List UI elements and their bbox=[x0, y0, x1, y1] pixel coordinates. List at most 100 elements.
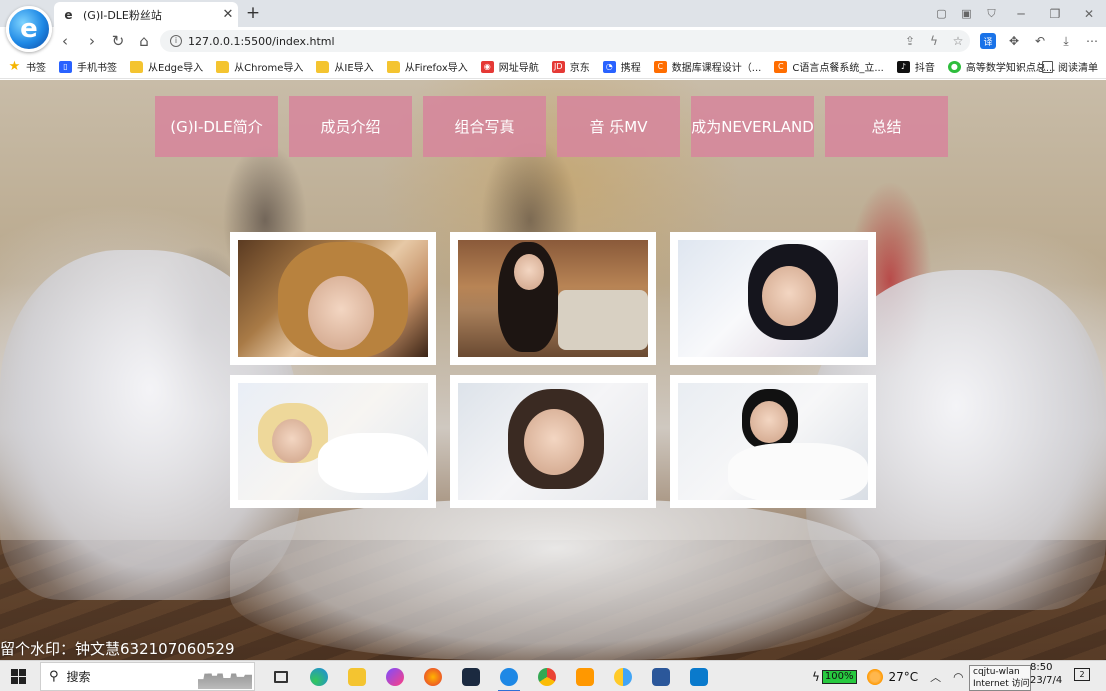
nav-item-intro[interactable]: (G)I-DLE简介 bbox=[155, 96, 278, 157]
download-icon[interactable]: ⤓ bbox=[1053, 31, 1079, 51]
member-photo bbox=[238, 383, 428, 500]
bookmark-item[interactable]: JD 京东 bbox=[551, 59, 590, 74]
bookmark-item[interactable]: ▯ 手机书签 bbox=[59, 59, 117, 74]
bookmark-label: 从Chrome导入 bbox=[234, 63, 304, 74]
file-explorer-icon[interactable] bbox=[338, 661, 376, 691]
watermark-text: 留个水印：钟文慧632107060529 bbox=[0, 640, 235, 658]
bookmarks-overflow-icon[interactable]: » bbox=[1016, 60, 1023, 73]
page-viewport: (G)I-DLE简介 成员介绍 组合写真 音 乐MV 成为NEVERLAND 总… bbox=[0, 80, 1106, 660]
share-icon[interactable]: ⇪ bbox=[898, 34, 922, 48]
terminal-icon[interactable] bbox=[452, 661, 490, 691]
nav-item-neverland[interactable]: 成为NEVERLAND bbox=[691, 96, 814, 157]
browser-taskbar-icon[interactable] bbox=[490, 661, 528, 691]
photo-card[interactable] bbox=[670, 232, 876, 365]
new-tab-button[interactable]: + bbox=[243, 3, 263, 23]
url-actions: ⇪ ϟ ☆ bbox=[898, 34, 970, 48]
tab-close-icon[interactable]: ✕ bbox=[218, 7, 238, 22]
bookmark-label: 数据库课程设计（... bbox=[671, 63, 762, 74]
photo-card[interactable] bbox=[450, 375, 656, 508]
toolbar-right: 译 ✥ ↶ ⤓ ⋯ bbox=[975, 31, 1105, 51]
bookmark-item[interactable]: ● 高等数学知识点总... bbox=[947, 59, 1055, 74]
notification-icon[interactable]: 2 bbox=[1074, 668, 1090, 681]
screenshot-icon[interactable]: ▣ bbox=[954, 0, 979, 27]
forward-icon[interactable]: › bbox=[82, 31, 102, 51]
undo-icon[interactable]: ↶ bbox=[1027, 31, 1053, 51]
bookmark-item[interactable]: C C语言点餐系统_立... bbox=[774, 59, 884, 74]
task-view-icon[interactable] bbox=[262, 661, 300, 691]
nav-item-photos[interactable]: 组合写真 bbox=[423, 96, 546, 157]
home-icon[interactable]: ⌂ bbox=[134, 31, 154, 51]
maximize-button[interactable]: ❐ bbox=[1038, 0, 1072, 27]
shield-icon[interactable]: ⛉ bbox=[979, 0, 1004, 27]
bookmark-item[interactable]: ◔ 携程 bbox=[602, 59, 641, 74]
taskbar-clock[interactable]: 8:50 23/7/4 bbox=[1030, 661, 1062, 687]
app-orange-icon[interactable] bbox=[566, 661, 604, 691]
tab-active[interactable]: e (G)I-DLE粉丝站 ✕ bbox=[54, 2, 238, 27]
bookmark-item[interactable]: 从Firefox导入 bbox=[386, 59, 468, 74]
url-text[interactable]: 127.0.0.1:5500/index.html bbox=[188, 35, 898, 48]
address-bar: ‹ › ↻ ⌂ i 127.0.0.1:5500/index.html ⇪ ϟ … bbox=[0, 27, 1106, 55]
weather-widget[interactable]: 27°C bbox=[866, 668, 919, 685]
bookmark-label: 从Edge导入 bbox=[148, 63, 204, 74]
photo-card[interactable] bbox=[450, 232, 656, 365]
close-window-button[interactable]: ✕ bbox=[1072, 0, 1106, 27]
tab-title: (G)I-DLE粉丝站 bbox=[83, 8, 162, 22]
url-field[interactable]: i 127.0.0.1:5500/index.html ⇪ ϟ ☆ bbox=[160, 30, 970, 52]
star-icon: ★ bbox=[8, 59, 21, 74]
edge-icon[interactable] bbox=[300, 661, 338, 691]
extensions-icon[interactable]: ✥ bbox=[1001, 31, 1027, 51]
main-nav: (G)I-DLE简介 成员介绍 组合写真 音 乐MV 成为NEVERLAND 总… bbox=[155, 96, 959, 157]
photo-card[interactable] bbox=[230, 232, 436, 365]
bookmark-item[interactable]: ♪ 抖音 bbox=[896, 59, 935, 74]
bookmark-label: 京东 bbox=[569, 63, 590, 74]
wifi-tooltip: cqjtu-wlan Internet 访问 bbox=[969, 665, 1031, 691]
bookmark-item[interactable]: ★ 书签 bbox=[8, 59, 46, 74]
photo-card[interactable] bbox=[670, 375, 876, 508]
site-info-icon[interactable]: i bbox=[170, 35, 182, 47]
tray-expand-icon[interactable]: ︿ bbox=[930, 669, 941, 685]
app-colorful-icon[interactable] bbox=[604, 661, 642, 691]
translate-extension-icon[interactable]: 译 bbox=[980, 33, 996, 49]
nav-item-members[interactable]: 成员介绍 bbox=[289, 96, 412, 157]
more-menu-icon[interactable]: ⋯ bbox=[1079, 31, 1105, 51]
firefox-icon[interactable] bbox=[414, 661, 452, 691]
lightning-icon[interactable]: ϟ bbox=[922, 34, 946, 48]
back-icon[interactable]: ‹ bbox=[55, 31, 75, 51]
bookmark-item[interactable]: C 数据库课程设计（... bbox=[653, 59, 762, 74]
minimize-button[interactable]: ─ bbox=[1004, 0, 1038, 27]
bookmark-label: C语言点餐系统_立... bbox=[792, 63, 884, 74]
taskbar-search[interactable]: ⚲ 搜索 bbox=[40, 662, 255, 691]
bookmark-item[interactable]: ◉ 网址导航 bbox=[480, 59, 539, 74]
photo-card[interactable] bbox=[230, 375, 436, 508]
member-photo bbox=[458, 383, 648, 500]
folder-icon bbox=[316, 60, 330, 73]
background-figure-center bbox=[230, 500, 880, 660]
chrome-icon[interactable] bbox=[528, 661, 566, 691]
copilot-icon[interactable] bbox=[376, 661, 414, 691]
nav-item-summary[interactable]: 总结 bbox=[825, 96, 948, 157]
reading-list-button[interactable]: 阅读清单 bbox=[1042, 59, 1098, 74]
temperature: 27°C bbox=[888, 669, 919, 684]
window-controls: ▢ ▣ ⛉ ─ ❐ ✕ bbox=[929, 0, 1106, 27]
refresh-icon[interactable]: ↻ bbox=[108, 31, 128, 51]
favorite-star-icon[interactable]: ☆ bbox=[946, 34, 970, 48]
phone-icon: ▯ bbox=[59, 60, 72, 73]
folder-icon bbox=[216, 60, 230, 73]
bookmark-item[interactable]: 从Edge导入 bbox=[130, 59, 203, 74]
wifi-icon[interactable]: ◠ bbox=[953, 670, 963, 684]
sidebar-toggle-icon[interactable]: ▢ bbox=[929, 0, 954, 27]
bookmark-item[interactable]: 从Chrome导入 bbox=[216, 59, 303, 74]
bookmark-item[interactable]: 从IE导入 bbox=[316, 59, 374, 74]
member-photo bbox=[678, 383, 868, 500]
battery-indicator[interactable]: ϟ 100% bbox=[812, 669, 857, 684]
wifi-network-name: cqjtu-wlan bbox=[973, 667, 1020, 677]
member-photo bbox=[458, 240, 648, 357]
browser-logo-icon[interactable]: e bbox=[6, 6, 52, 52]
windows-start-icon[interactable] bbox=[11, 669, 26, 684]
charging-icon: ϟ bbox=[812, 669, 820, 684]
vscode-icon[interactable] bbox=[680, 661, 718, 691]
nav-item-mv[interactable]: 音 乐MV bbox=[557, 96, 680, 157]
weather-sun-icon bbox=[866, 668, 883, 685]
taskbar-apps bbox=[262, 661, 718, 691]
word-icon[interactable] bbox=[642, 661, 680, 691]
